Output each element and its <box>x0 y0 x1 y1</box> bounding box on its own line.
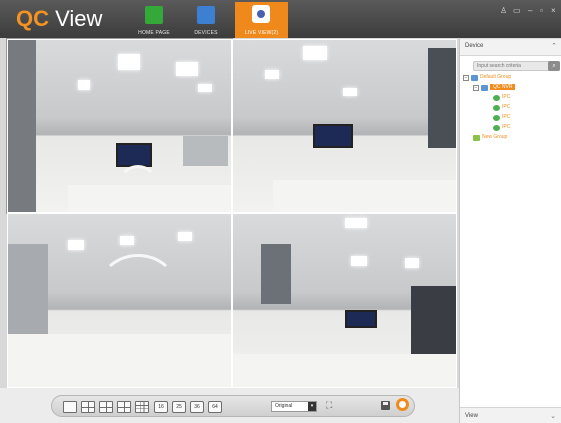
nav-live-view[interactable]: LIVE VIEW(2) <box>235 2 288 38</box>
nav-live-view-label: LIVE VIEW(2) <box>244 30 279 36</box>
chevron-up-icon[interactable]: ⌃ <box>551 42 557 50</box>
camera-label: IPC <box>502 104 511 110</box>
logo-view: View <box>49 6 103 31</box>
tree-camera[interactable]: IPC <box>493 113 510 122</box>
logo-qc: QC <box>16 6 49 31</box>
app-logo: QC View <box>16 6 102 32</box>
group-icon <box>471 74 478 81</box>
layout-6-icon[interactable] <box>99 401 113 413</box>
tree-camera[interactable]: IPC <box>493 93 510 102</box>
layout-16-button[interactable]: 16 <box>154 401 168 413</box>
lock-icon[interactable]: ▭ <box>513 6 521 15</box>
new-group-label: New Group <box>482 134 508 140</box>
camera-label: IPC <box>502 94 511 100</box>
nvr-icon <box>481 84 488 91</box>
save-icon[interactable] <box>381 401 390 410</box>
nav-home-label: HOME PAGE <box>138 30 170 36</box>
layout-9-icon[interactable] <box>135 401 149 413</box>
device-panel: Device ⌃ ⌕ −Default Group −QC NVR IPC IP… <box>459 39 561 423</box>
video-tile-3[interactable] <box>7 213 232 388</box>
layout-8-icon[interactable] <box>117 401 131 413</box>
layout-25-button[interactable]: 25 <box>172 401 186 413</box>
tree-camera[interactable]: IPC <box>493 103 510 112</box>
layout-64-button[interactable]: 64 <box>208 401 222 413</box>
layout-36-button[interactable]: 36 <box>190 401 204 413</box>
collapse-toggle-icon[interactable]: − <box>463 74 469 81</box>
video-tile-4[interactable] <box>232 213 457 388</box>
device-search-input[interactable] <box>473 61 560 71</box>
camera-label: IPC <box>502 124 511 130</box>
collapse-toggle-icon[interactable]: − <box>473 84 479 91</box>
maximize-icon[interactable]: ▫ <box>540 6 543 15</box>
fullscreen-icon[interactable]: ⛶ <box>326 400 332 411</box>
tree-nvr[interactable]: − QC NVR <box>473 83 516 92</box>
camera-icon <box>493 114 500 121</box>
device-panel-title: Device <box>465 43 484 49</box>
video-tile-1[interactable] <box>6 38 233 214</box>
camera-feed <box>8 40 231 212</box>
tree-new-group[interactable]: New Group <box>473 133 507 142</box>
camera-feed <box>233 40 456 212</box>
layout-1-icon[interactable] <box>63 401 77 413</box>
devices-icon <box>197 6 215 24</box>
default-group-label: Default Group <box>480 74 512 80</box>
home-icon <box>145 6 163 24</box>
user-icon[interactable]: ♙ <box>500 6 507 15</box>
nav-devices[interactable]: DEVICES <box>180 3 232 38</box>
video-tile-2[interactable] <box>232 39 457 213</box>
live-view-icon <box>252 5 270 23</box>
tree-default-group[interactable]: − Default Group <box>463 73 511 82</box>
layout-toolbar: 16 25 36 64 <box>51 395 415 417</box>
view-section-header[interactable]: View ⌄ <box>460 407 561 423</box>
minimize-icon[interactable]: – <box>528 6 532 15</box>
camera-icon <box>493 124 500 131</box>
tree-camera[interactable]: IPC <box>493 123 510 132</box>
nav-home-page[interactable]: HOME PAGE <box>128 3 180 38</box>
chevron-down-icon: ⌄ <box>550 413 556 420</box>
view-label: View <box>465 413 478 419</box>
app-window: QC View HOME PAGE DEVICES LIVE VIEW(2) ♙… <box>0 0 561 423</box>
close-icon[interactable]: × <box>551 6 556 15</box>
search-icon[interactable]: ⌕ <box>548 61 560 71</box>
layout-4-icon[interactable] <box>81 401 95 413</box>
camera-icon <box>493 104 500 111</box>
nvr-label: QC NVR <box>490 84 516 90</box>
new-group-icon <box>473 134 480 141</box>
camera-feed <box>8 214 231 387</box>
nav-devices-label: DEVICES <box>194 30 218 36</box>
title-bar: QC View HOME PAGE DEVICES LIVE VIEW(2) ♙… <box>0 0 561 38</box>
camera-icon <box>493 94 500 101</box>
device-panel-header: Device ⌃ <box>460 39 561 56</box>
video-grid <box>6 38 457 388</box>
camera-label: IPC <box>502 114 511 120</box>
camera-feed <box>233 214 456 387</box>
dropdown-arrow-icon[interactable]: ▾ <box>308 402 316 411</box>
record-icon[interactable] <box>396 398 409 411</box>
